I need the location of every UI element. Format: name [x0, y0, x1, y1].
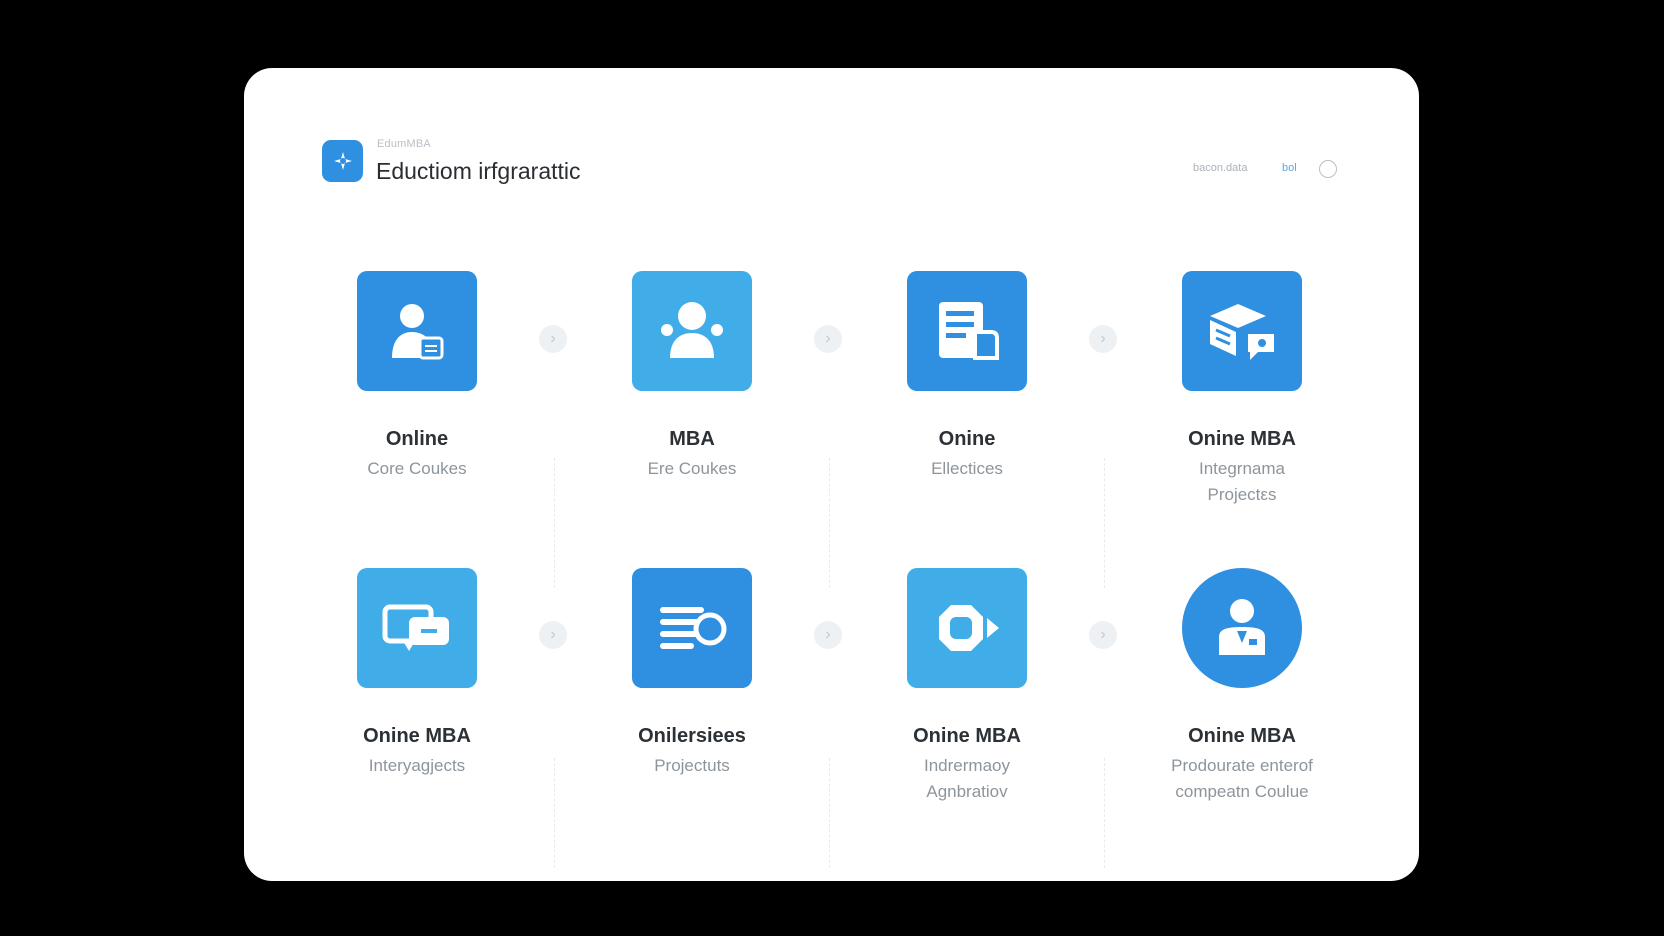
step-6-label: Onilersiees Projectuts — [572, 725, 812, 779]
divider — [1104, 458, 1105, 588]
step-1-label: Online Core Coukes — [297, 428, 537, 482]
step-2-label: MBA Ere Coukes — [572, 428, 812, 482]
next-arrow-icon[interactable]: › — [539, 621, 567, 649]
divider — [829, 758, 830, 868]
step-subtitle: Projectεs — [1207, 485, 1277, 504]
divider — [554, 758, 555, 868]
step-3-label: Onine Ellectices — [847, 428, 1087, 482]
step-subtitle: Prodourate enterof — [1171, 756, 1313, 775]
next-arrow-icon[interactable]: › — [814, 621, 842, 649]
page-title: Eductiom irfgrarattic — [376, 158, 581, 184]
step-title: Onine — [938, 428, 996, 450]
divider — [1104, 758, 1105, 868]
step-8-label: Onine MBA Prodourate enterof compeatn Co… — [1122, 725, 1362, 805]
step-subtitle: compeatn Coulue — [1175, 782, 1309, 801]
divider — [554, 458, 555, 588]
app-logo-icon — [322, 140, 363, 182]
step-2-tile[interactable] — [632, 271, 752, 391]
header-link-data[interactable]: bacon.data — [1193, 162, 1247, 174]
step-title: Onine MBA — [1188, 428, 1296, 450]
step-title: Onine MBA — [1188, 725, 1296, 747]
next-arrow-icon[interactable]: › — [814, 325, 842, 353]
step-4-label: Onine MBA Integrnama Projectεs — [1122, 428, 1362, 508]
student-icon — [392, 304, 444, 360]
step-7-tile[interactable] — [907, 568, 1027, 688]
divider — [829, 458, 830, 588]
next-arrow-icon[interactable]: › — [539, 325, 567, 353]
step-4-tile[interactable] — [1182, 271, 1302, 391]
step-title: Online — [385, 428, 449, 450]
infographic-card: EdumMBA Eductiom irfgrarattic bacon.data… — [244, 68, 1419, 881]
package-icon — [1210, 304, 1274, 360]
list-record-icon — [660, 607, 727, 649]
step-subtitle: Projectuts — [654, 756, 730, 775]
header-link-bol[interactable]: bol — [1282, 162, 1297, 174]
brand-name: EdumMBA — [377, 138, 431, 150]
step-subtitle: Ellectices — [931, 459, 1003, 478]
step-title: Onilersiees — [638, 725, 746, 747]
step-subtitle: Ere Coukes — [647, 459, 737, 478]
step-subtitle: Integrnama — [1199, 459, 1285, 478]
step-3-tile[interactable] — [907, 271, 1027, 391]
settings-circle-icon[interactable] — [1319, 160, 1337, 178]
step-subtitle: Interyagjects — [368, 756, 466, 775]
step-subtitle: Indrermaoy — [924, 756, 1010, 775]
step-title: Onine MBA — [363, 725, 471, 747]
step-title: MBA — [669, 428, 715, 450]
user-badge-icon — [1219, 599, 1265, 655]
step-subtitle: Agnbratiov — [926, 782, 1008, 801]
step-6-tile[interactable] — [632, 568, 752, 688]
step-subtitle: Core Coukes — [367, 459, 467, 478]
document-icon — [939, 302, 999, 360]
next-arrow-icon[interactable]: › — [1089, 621, 1117, 649]
step-title: Onine MBA — [913, 725, 1021, 747]
step-5-label: Onine MBA Interyagjects — [297, 725, 537, 779]
video-play-icon — [939, 605, 999, 651]
step-7-label: Onine MBA Indrermaoy Agnbratiov — [847, 725, 1087, 805]
next-arrow-icon[interactable]: › — [1089, 325, 1117, 353]
step-8-tile[interactable] — [1182, 568, 1302, 688]
group-user-icon — [661, 302, 723, 358]
step-1-tile[interactable] — [357, 271, 477, 391]
step-5-tile[interactable] — [357, 568, 477, 688]
chat-screen-icon — [382, 604, 449, 651]
